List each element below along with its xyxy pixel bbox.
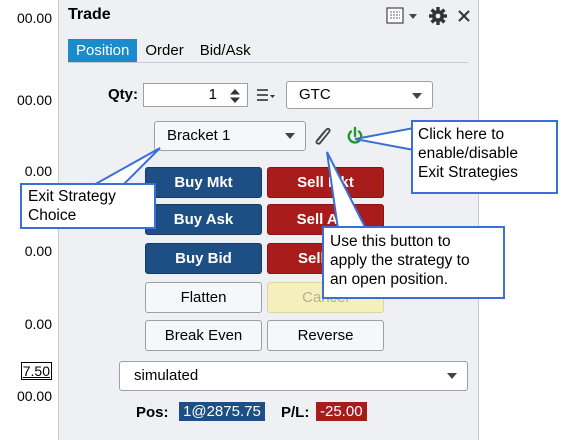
tab-position[interactable]: Position bbox=[68, 39, 138, 62]
reverse-button[interactable]: Reverse bbox=[267, 320, 384, 351]
close-icon[interactable] bbox=[456, 5, 472, 27]
price-label-current: 7.50 bbox=[20, 362, 52, 380]
position-label: Pos: bbox=[136, 404, 169, 421]
chevron-down-icon bbox=[285, 133, 295, 139]
price-label: 00.00 bbox=[16, 92, 52, 108]
position-status-row: Pos: 1@2875.75 P/L: -25.00 bbox=[59, 401, 478, 425]
panel-titlebar: Trade bbox=[59, 0, 478, 32]
panel-title: Trade bbox=[68, 6, 111, 23]
break-even-button[interactable]: Break Even bbox=[145, 320, 262, 351]
sell-mkt-button[interactable]: Sell Mkt bbox=[267, 167, 384, 198]
buy-mkt-button[interactable]: Buy Mkt bbox=[145, 167, 262, 198]
exit-strategy-value: Bracket 1 bbox=[167, 127, 231, 144]
list-menu-icon[interactable] bbox=[256, 86, 276, 108]
price-label: 0.00 bbox=[24, 316, 52, 332]
pl-label: P/L: bbox=[281, 404, 310, 421]
price-label: 00.00 bbox=[16, 10, 52, 26]
power-callout-text: Click here to enable/disable Exit Strate… bbox=[418, 126, 518, 181]
chevron-down-icon bbox=[447, 373, 457, 379]
position-value: 1@2875.75 bbox=[179, 402, 265, 421]
gear-icon[interactable] bbox=[428, 5, 448, 27]
price-label: 0.00 bbox=[24, 163, 52, 179]
tab-bid-ask[interactable]: Bid/Ask bbox=[192, 39, 259, 62]
power-callout: Click here to enable/disable Exit Strate… bbox=[411, 120, 558, 194]
chevron-down-icon bbox=[412, 93, 422, 99]
template-dropdown-icon[interactable] bbox=[386, 5, 420, 27]
paperclip-icon[interactable] bbox=[311, 124, 333, 152]
flatten-button[interactable]: Flatten bbox=[145, 282, 262, 313]
price-label: 0.00 bbox=[24, 243, 52, 259]
price-label: 00.00 bbox=[16, 388, 52, 404]
tab-order[interactable]: Order bbox=[137, 39, 191, 62]
panel-tabs: Position Order Bid/Ask bbox=[68, 36, 259, 62]
time-in-force-value: GTC bbox=[299, 86, 331, 103]
apply-callout: Use this button to apply the strategy to… bbox=[322, 226, 505, 299]
strategy-callout: Exit Strategy Choice bbox=[20, 183, 156, 229]
power-icon[interactable] bbox=[345, 126, 365, 150]
qty-label: Qty: bbox=[108, 86, 138, 103]
quantity-row: Qty: 1 GTC bbox=[59, 80, 478, 110]
time-in-force-select[interactable]: GTC bbox=[286, 81, 433, 109]
strategy-callout-text: Exit Strategy Choice bbox=[28, 188, 116, 224]
account-value: simulated bbox=[134, 367, 199, 384]
buy-bid-button[interactable]: Buy Bid bbox=[145, 243, 262, 274]
exit-strategy-select[interactable]: Bracket 1 bbox=[154, 121, 306, 151]
account-select[interactable]: simulated bbox=[119, 361, 468, 391]
spinner-arrows-icon[interactable] bbox=[229, 88, 241, 108]
pl-value: -25.00 bbox=[316, 402, 367, 421]
tab-divider bbox=[68, 62, 468, 63]
buy-ask-button[interactable]: Buy Ask bbox=[145, 204, 262, 235]
apply-callout-text: Use this button to apply the strategy to… bbox=[330, 233, 470, 288]
